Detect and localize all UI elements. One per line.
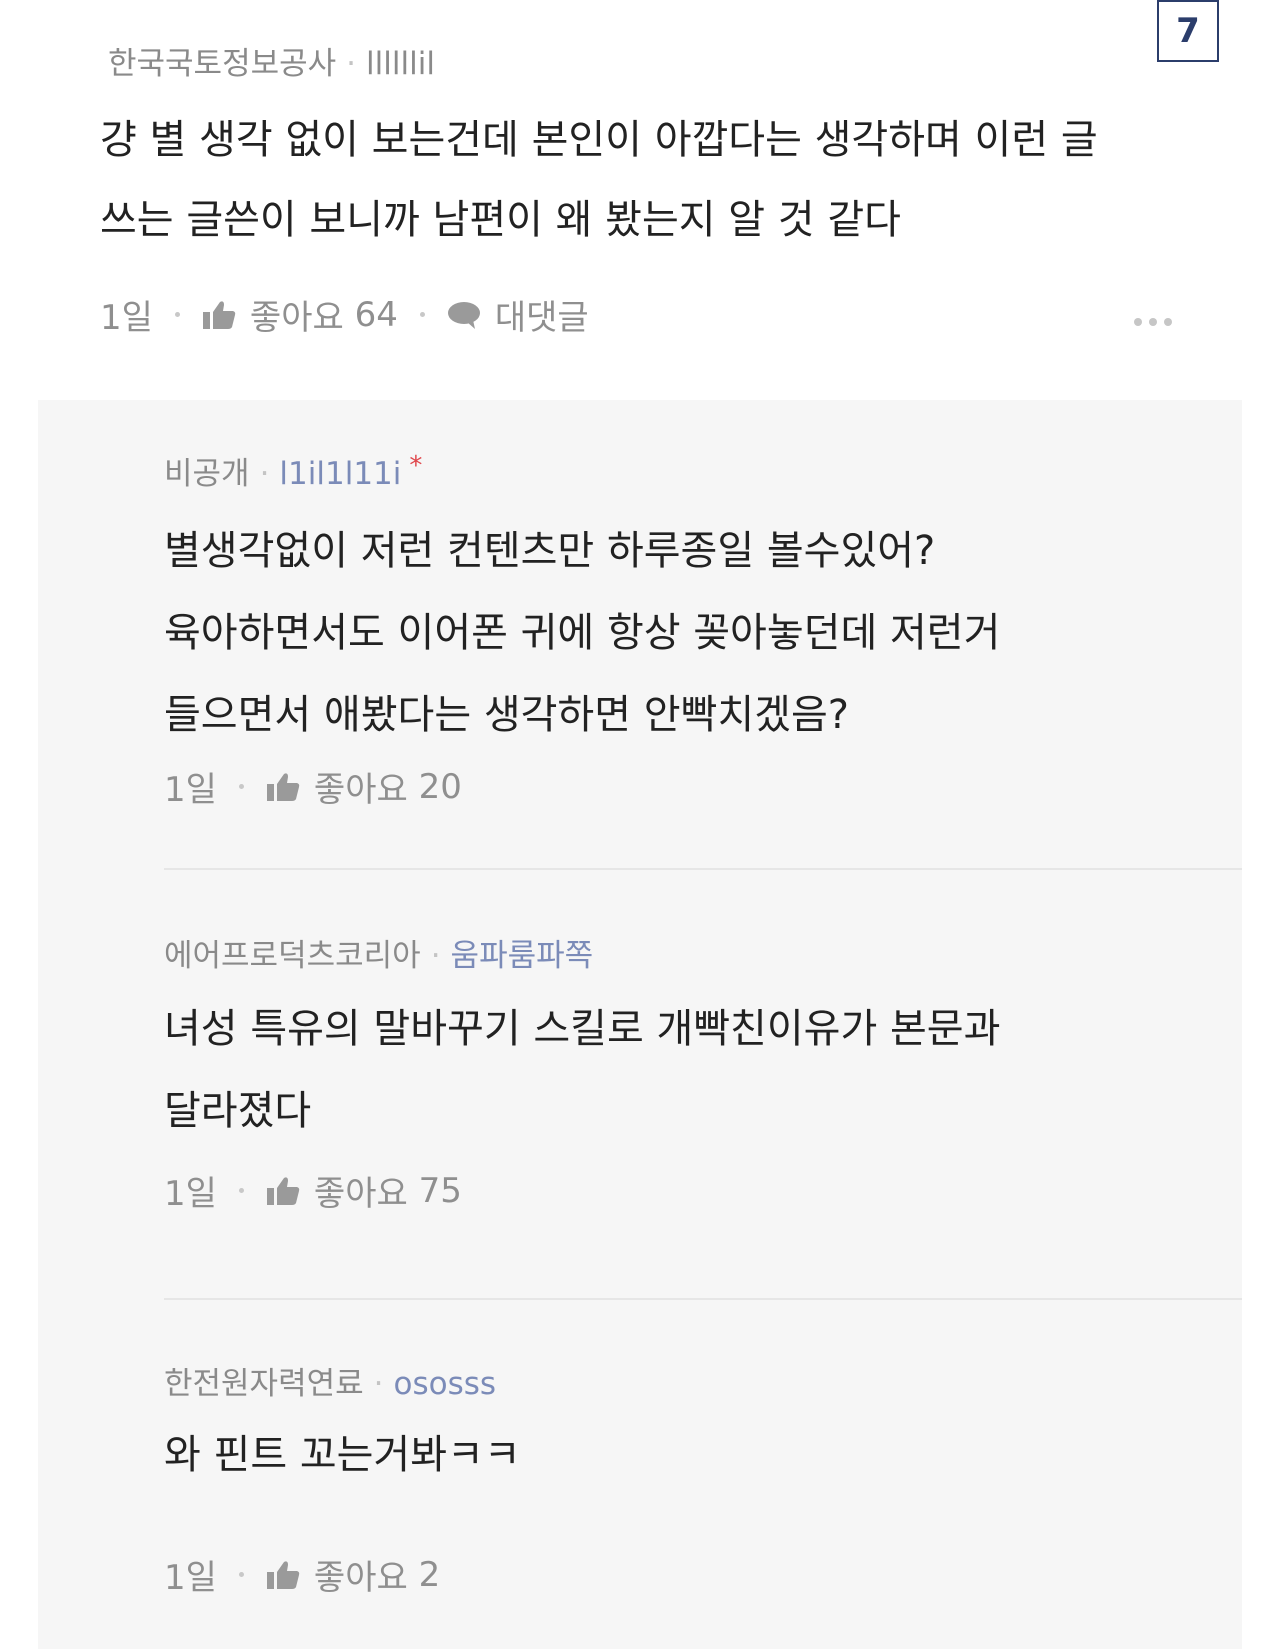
divider <box>164 868 1242 870</box>
author-nickname[interactable]: l1il1l11i <box>279 456 401 492</box>
separator-dot: · <box>346 46 357 82</box>
thumbs-up-icon <box>266 1560 300 1589</box>
reply-meta: 한전원자력연료 · ososss <box>164 1358 496 1403</box>
like-count: 20 <box>418 766 462 807</box>
reply-text-line: 육아하면서도 이어폰 귀에 항상 꽂아놓던데 저런거 <box>164 610 1001 656</box>
author-nickname[interactable]: llllllil <box>366 46 435 82</box>
more-options-icon[interactable] <box>1134 318 1172 326</box>
reply-list: 비공개 · l1il1l11i * 별생각없이 저런 컨텐츠만 하루종일 볼수있어? … <box>38 400 1242 1649</box>
reply-body: 녀성 특유의 말바꾸기 스킬로 개빡친이유가 본문과 달라졌다 <box>164 988 1204 1152</box>
reply-text-line: 녀성 특유의 말바꾸기 스킬로 개빡친이유가 본문과 <box>164 1006 1001 1052</box>
like-button[interactable]: 좋아요 2 <box>266 1550 440 1599</box>
comment-meta: 한국국토정보공사 · llllllil <box>108 38 435 83</box>
author-company[interactable]: 한국국토정보공사 <box>108 46 336 82</box>
like-button[interactable]: 좋아요 64 <box>202 290 398 339</box>
reply-meta: 비공개 · l1il1l11i * <box>164 448 422 493</box>
like-count: 64 <box>354 294 398 335</box>
reply-text-line: 와 핀트 꼬는거봐ㅋㅋ <box>164 1432 521 1478</box>
author-company[interactable]: 에어프로덕츠코리아 <box>164 938 421 974</box>
like-label: 좋아요 <box>313 1558 408 1598</box>
thumbs-up-icon <box>202 300 236 329</box>
reply-text-line: 별생각없이 저런 컨텐츠만 하루종일 볼수있어? <box>164 528 936 574</box>
separator-dot <box>238 1572 244 1577</box>
comment: 한국국토정보공사 · llllllil 걍 별 생각 없이 보는건데 본인이 아깝다… <box>0 0 1280 400</box>
author-nickname[interactable]: 움파룸파쪽 <box>451 938 594 974</box>
separator-dot <box>238 1188 244 1193</box>
reply-actions: 1일 좋아요 20 <box>164 762 462 811</box>
reply-text-line: 달라졌다 <box>164 1088 312 1134</box>
reply-text-line: 들으면서 애봤다는 생각하면 안빡치겠음? <box>164 692 849 738</box>
separator-dot <box>238 784 244 789</box>
separator-dot: · <box>373 1366 384 1402</box>
author-company[interactable]: 한전원자력연료 <box>164 1366 364 1402</box>
reply-time: 1일 <box>164 770 217 810</box>
separator-dot: · <box>259 456 270 492</box>
thumbs-up-icon <box>266 772 300 801</box>
author-nickname[interactable]: ososss <box>394 1366 497 1402</box>
like-count: 75 <box>418 1170 462 1211</box>
separator-dot <box>174 312 180 317</box>
separator-dot <box>419 312 425 317</box>
reply-meta: 에어프로덕츠코리아 · 움파룸파쪽 <box>164 930 593 975</box>
thumbs-up-icon <box>266 1176 300 1205</box>
reply-time: 1일 <box>164 1174 217 1214</box>
reply-label: 대댓글 <box>494 298 589 338</box>
comment-text-line: 쓰는 글쓴이 보니까 남편이 왜 봤는지 알 것 같다 <box>100 197 901 243</box>
like-button[interactable]: 좋아요 20 <box>266 762 462 811</box>
comment-text-line: 걍 별 생각 없이 보는건데 본인이 아깝다는 생각하며 이런 글 <box>100 117 1098 163</box>
reply-body: 와 핀트 꼬는거봐ㅋㅋ <box>164 1414 1204 1496</box>
new-marker: * <box>409 451 423 481</box>
like-label: 좋아요 <box>313 770 408 810</box>
reply-actions: 1일 좋아요 75 <box>164 1166 462 1215</box>
like-count: 2 <box>418 1554 441 1595</box>
like-button[interactable]: 좋아요 75 <box>266 1166 462 1215</box>
reply-button[interactable]: 대댓글 <box>447 290 589 339</box>
divider <box>164 1298 1242 1300</box>
reply-time: 1일 <box>164 1558 217 1598</box>
separator-dot: · <box>430 938 441 974</box>
like-label: 좋아요 <box>249 298 344 338</box>
comment-actions: 1일 좋아요 64 대댓글 <box>100 290 589 339</box>
comment-time: 1일 <box>100 298 153 338</box>
reply-actions: 1일 좋아요 2 <box>164 1550 440 1599</box>
comment-body: 걍 별 생각 없이 보는건데 본인이 아깝다는 생각하며 이런 글 쓰는 글쓴이… <box>100 100 1210 260</box>
like-label: 좋아요 <box>313 1174 408 1214</box>
reply-body: 별생각없이 저런 컨텐츠만 하루종일 볼수있어? 육아하면서도 이어폰 귀에 항… <box>164 510 1204 756</box>
speech-bubble-icon <box>447 301 480 329</box>
author-company[interactable]: 비공개 <box>164 456 250 492</box>
